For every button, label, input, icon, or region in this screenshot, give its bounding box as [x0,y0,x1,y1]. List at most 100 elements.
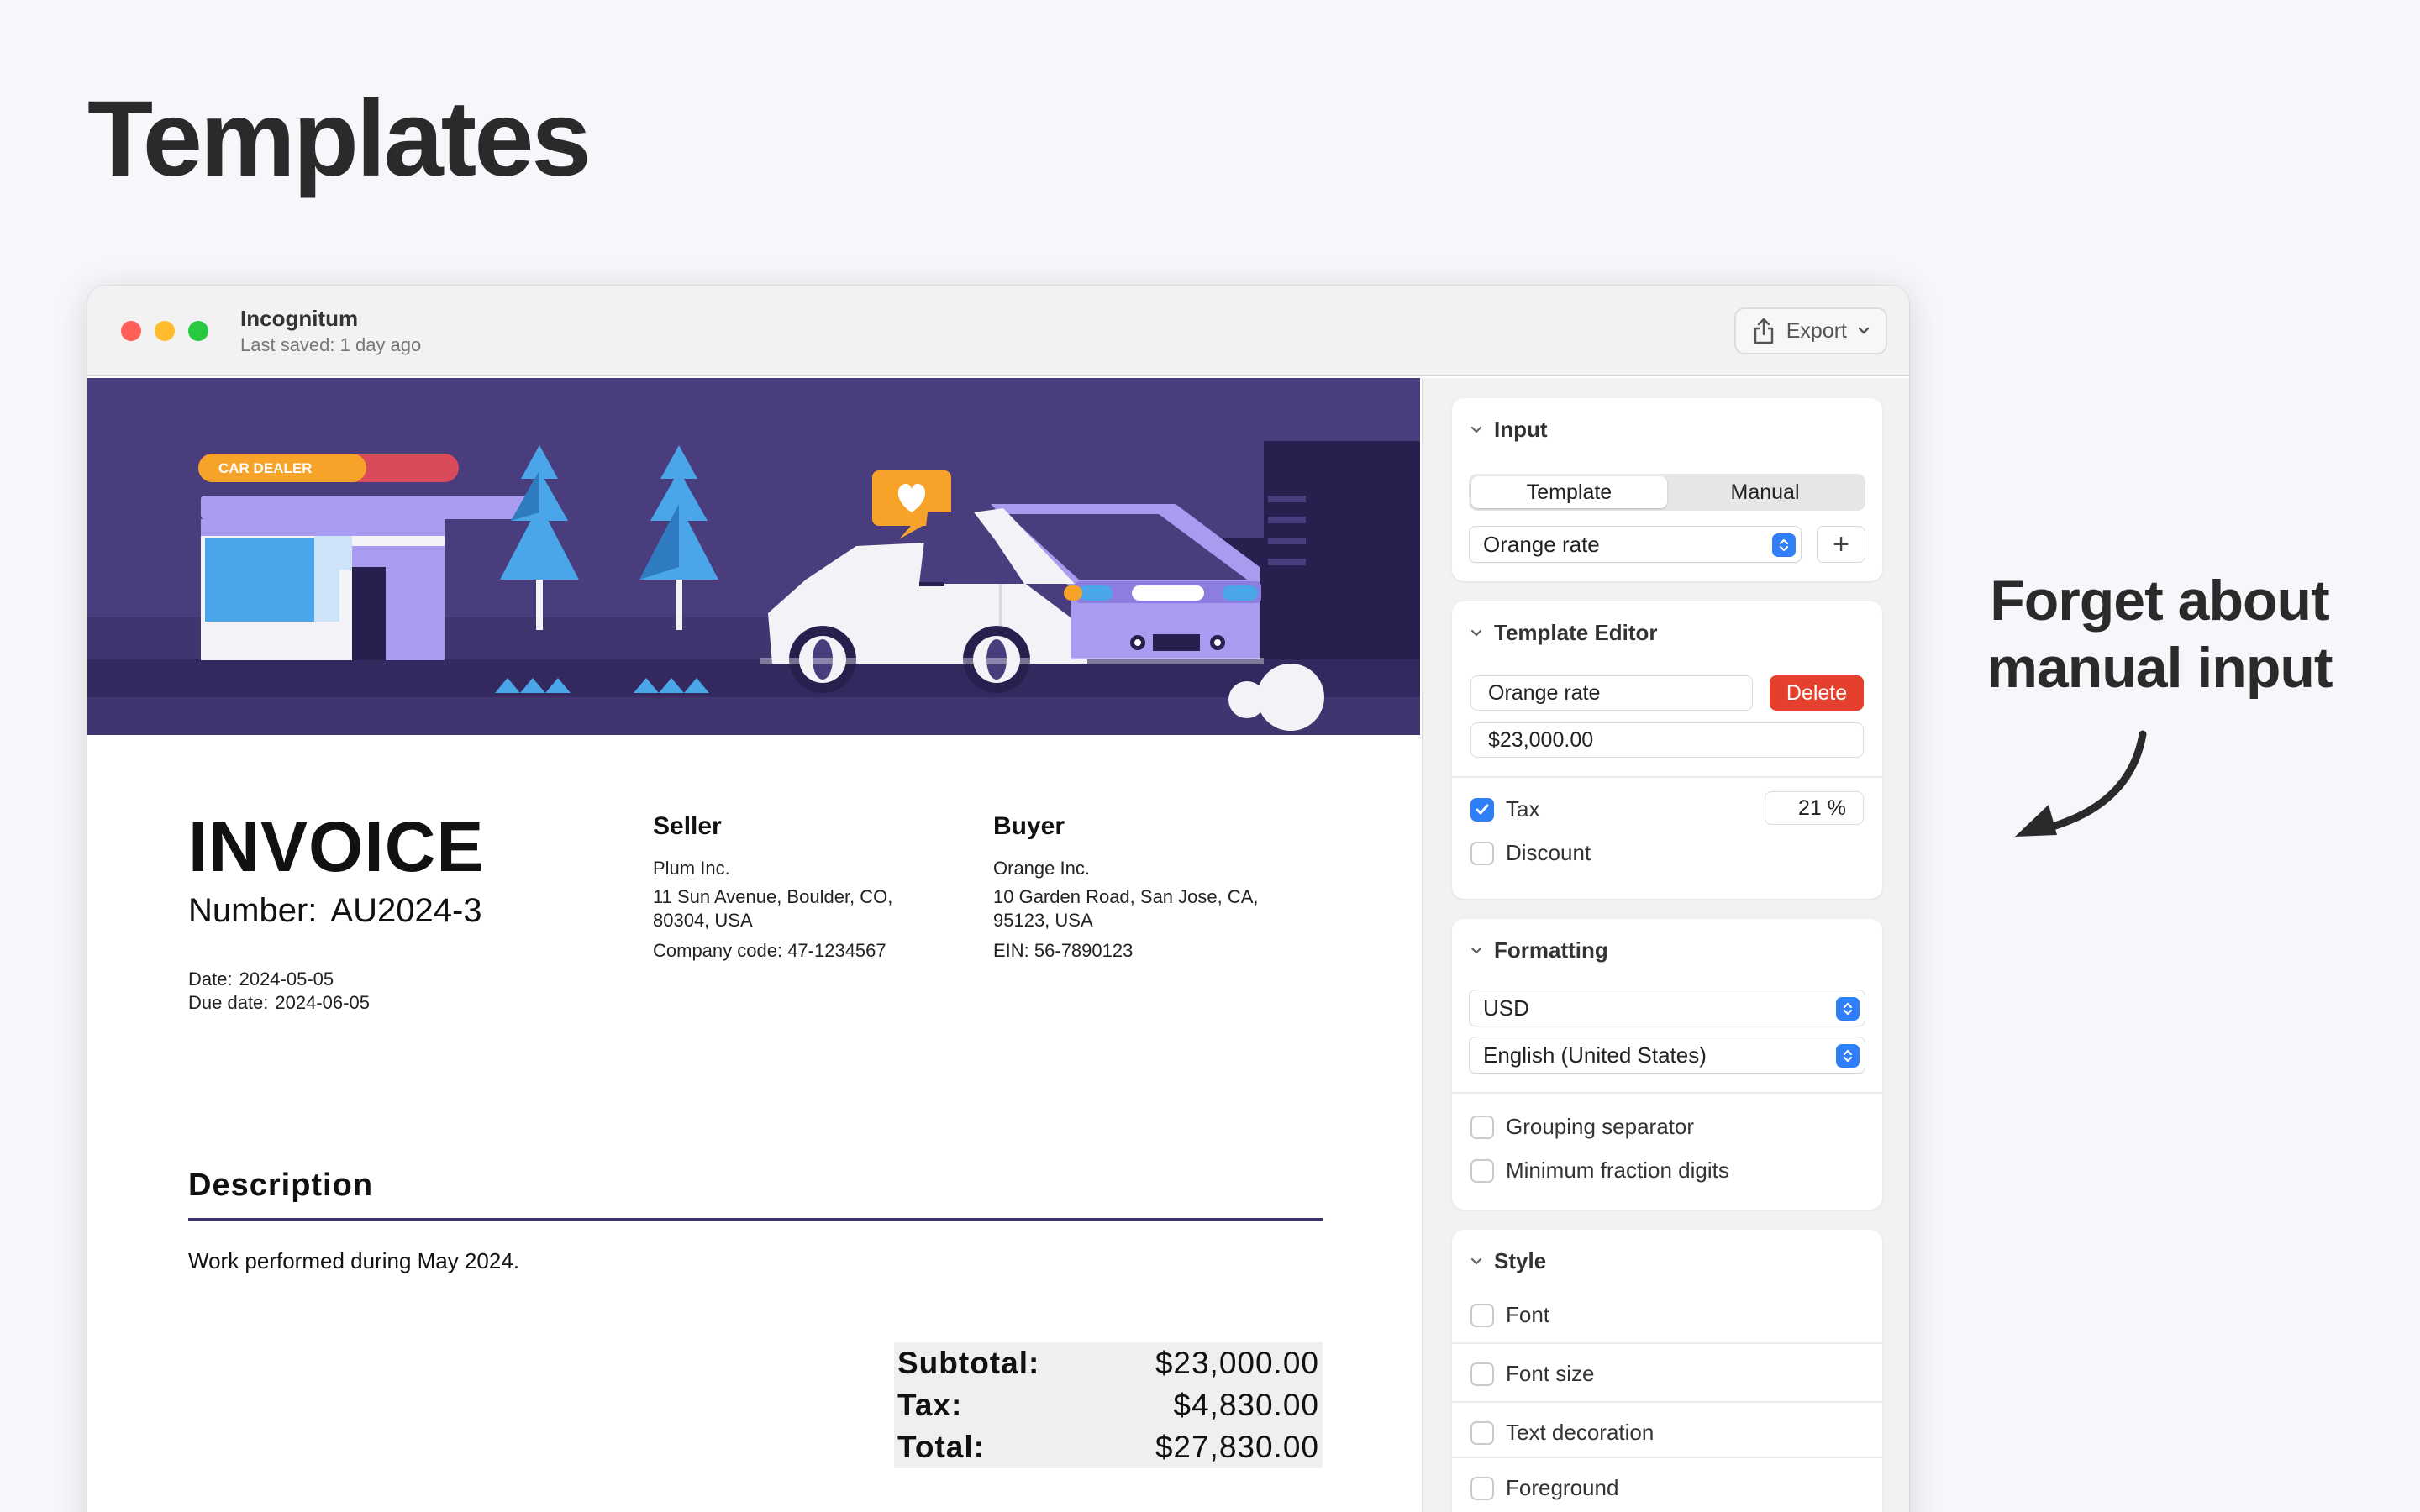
template-editor-header[interactable]: Template Editor [1470,620,1658,646]
window-controls [121,321,208,341]
input-panel-header[interactable]: Input [1470,417,1548,443]
minimize-window-button[interactable] [155,321,175,341]
font-label: Font [1506,1302,1550,1327]
updown-icon [1836,1044,1860,1068]
grouping-separator-label: Grouping separator [1506,1114,1695,1139]
checkbox-box [1470,1158,1494,1183]
buyer-block: Buyer Orange Inc. 10 Garden Road, San Jo… [993,812,1279,969]
chevron-down-icon [1470,1257,1482,1265]
banner-illustration: CAR DEALER [87,378,1420,735]
subtotal-label: Subtotal: [897,1346,1040,1380]
total-value: $27,830.00 [1155,1430,1319,1464]
updown-icon [1836,997,1860,1021]
template-select[interactable]: Orange rate [1469,526,1802,563]
input-panel: Input Template Manual Orange rate + [1452,398,1882,581]
checkbox-box [1470,1476,1494,1500]
chevron-down-icon [1470,947,1482,954]
font-size-checkbox[interactable]: Font size [1470,1361,1595,1387]
invoice-number-label: Number: [188,892,318,929]
buyer-name: Orange Inc. [993,858,1090,879]
tab-manual[interactable]: Manual [1667,476,1863,508]
due-date-label: Due date: [188,992,269,1013]
template-name-field[interactable]: Orange rate [1470,675,1753,711]
font-checkbox[interactable]: Font [1470,1302,1549,1328]
foreground-label: Foreground [1506,1475,1619,1500]
divider [1452,1401,1882,1403]
seller-address: 11 Sun Avenue, Boulder, CO, 80304, USA [653,885,939,932]
seller-address-line-2: 80304, USA [653,910,753,931]
chevron-down-icon [1470,629,1482,637]
template-amount-value: $23,000.00 [1488,727,1594,752]
delete-template-button[interactable]: Delete [1770,675,1864,711]
tax-checkbox[interactable]: Tax [1470,796,1539,822]
seller-heading: Seller [653,812,722,840]
share-icon [1754,318,1773,344]
formatting-header[interactable]: Formatting [1470,937,1608,963]
divider [1452,776,1882,778]
style-heading: Style [1494,1248,1547,1273]
checkbox-box [1470,1420,1494,1445]
template-select-value: Orange rate [1483,531,1600,557]
buyer-heading: Buyer [993,812,1065,840]
input-heading: Input [1494,417,1548,442]
description-text: Work performed during May 2024. [188,1248,520,1273]
input-mode-segmented-control: Template Manual [1469,474,1865,511]
locale-value: English (United States) [1483,1042,1707,1068]
locale-select[interactable]: English (United States) [1469,1037,1865,1074]
text-decoration-label: Text decoration [1506,1420,1655,1445]
grouping-separator-checkbox[interactable]: Grouping separator [1470,1114,1694,1140]
subtotal-row: Subtotal: $23,000.00 [897,1342,1319,1384]
style-header[interactable]: Style [1470,1248,1546,1274]
subtotal-value: $23,000.00 [1155,1346,1319,1380]
document-name: Incognitum [240,306,359,331]
add-template-button[interactable]: + [1817,526,1865,563]
app-window: Incognitum Last saved: 1 day ago Export [87,286,1909,1512]
tax-label: Tax [1506,796,1540,822]
total-label: Total: [897,1430,985,1464]
min-fraction-digits-checkbox[interactable]: Minimum fraction digits [1470,1158,1729,1184]
description-heading: Description [188,1168,374,1203]
template-editor-heading: Template Editor [1494,620,1658,645]
page-title: Templates [87,79,592,199]
export-label: Export [1786,318,1847,343]
arrow-icon [2015,730,2147,837]
template-name-value: Orange rate [1488,680,1601,705]
export-button[interactable]: Export [1733,307,1887,354]
close-window-button[interactable] [121,321,141,341]
invoice-date: Date: 2024-05-05 [188,968,370,991]
total-row: Total: $27,830.00 [897,1426,1319,1468]
font-size-label: Font size [1506,1361,1595,1386]
date-value: 2024-05-05 [239,969,334,990]
seller-block: Seller Plum Inc. 11 Sun Avenue, Boulder,… [653,812,939,969]
formatting-heading: Formatting [1494,937,1608,963]
updown-icon [1772,533,1796,557]
tab-template[interactable]: Template [1471,476,1667,508]
text-decoration-checkbox[interactable]: Text decoration [1470,1420,1654,1446]
tax-rate-value: 21 % [1798,795,1846,820]
chevron-down-icon [1858,327,1870,334]
last-saved-status: Last saved: 1 day ago [240,334,422,355]
tax-rate-field[interactable]: 21 % [1765,791,1864,825]
formatting-panel: Formatting USD English (United States) G… [1452,919,1882,1210]
tax-row: Tax: $4,830.00 [897,1384,1319,1426]
due-date-value: 2024-06-05 [275,992,370,1013]
delete-label: Delete [1786,680,1848,705]
buyer-address-line-2: 95123, USA [993,910,1093,931]
currency-select[interactable]: USD [1469,990,1865,1026]
totals-table: Subtotal: $23,000.00 Tax: $4,830.00 Tota… [894,1342,1323,1468]
seller-address-line-1: 11 Sun Avenue, Boulder, CO, [653,886,893,907]
buyer-address: 10 Garden Road, San Jose, CA, 95123, USA [993,885,1279,932]
discount-checkbox[interactable]: Discount [1470,840,1591,866]
tagline-line-2: manual input [1986,635,2333,700]
template-amount-field[interactable]: $23,000.00 [1470,722,1864,758]
tax-total-value: $4,830.00 [1173,1388,1319,1422]
foreground-checkbox[interactable]: Foreground [1470,1475,1618,1501]
checkmark-icon [1470,797,1494,822]
tax-total-label: Tax: [897,1388,963,1422]
zoom-window-button[interactable] [188,321,208,341]
divider [1452,1092,1882,1094]
checkbox-box [1470,1115,1494,1139]
invoice-number: Number: AU2024-3 [188,892,482,930]
banner-sign-text: CAR DEALER [218,460,312,476]
seller-name: Plum Inc. [653,858,730,879]
